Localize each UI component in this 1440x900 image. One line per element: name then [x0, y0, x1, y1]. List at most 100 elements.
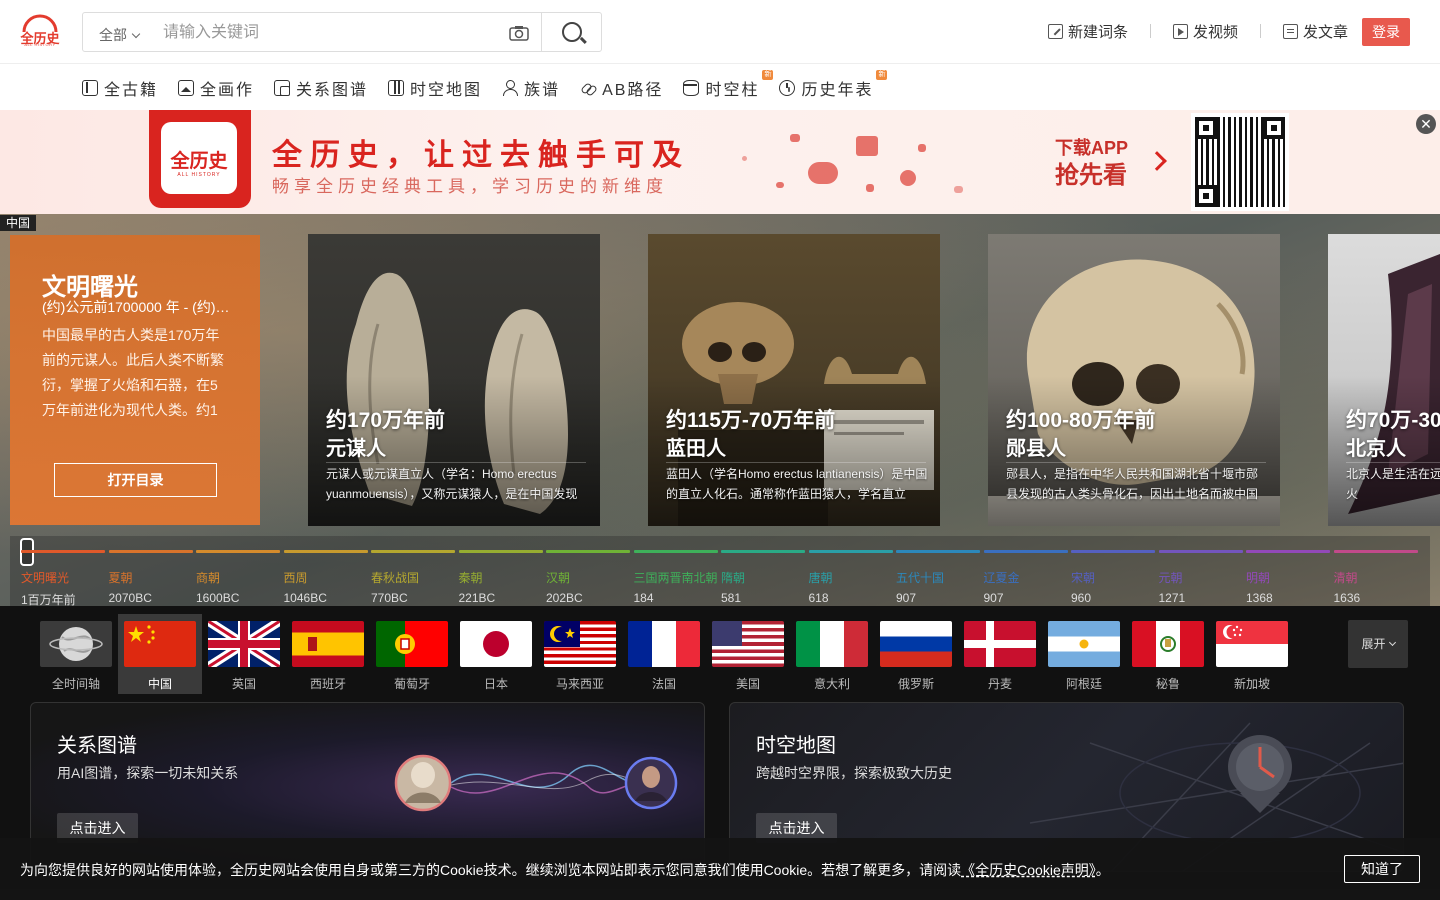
era-description: 中国最早的古人类是170万年前的元谋人。此后人类不断繁衍，掌握了火焰和石器，在5… — [42, 327, 224, 418]
flag-label: 阿根廷 — [1065, 677, 1102, 691]
timeline-era[interactable]: 唐朝 618 — [808, 550, 895, 605]
malaysia-flag-icon — [544, 621, 616, 667]
search-input[interactable] — [163, 22, 493, 44]
flag-uk[interactable]: 英国 — [202, 614, 286, 694]
era-color-bar — [808, 550, 893, 553]
search-button[interactable] — [541, 13, 602, 51]
event-card[interactable]: 约100-80万年前 郧县人 郧县人，是指在中华人民共和国湖北省十堰市郧县发现的… — [988, 234, 1280, 526]
timeline-era[interactable]: 文明曙光 1百万年前 — [21, 550, 107, 608]
login-button[interactable]: 登录 — [1362, 18, 1410, 46]
nav-item-spacetime-pillar[interactable]: 时空柱 新 — [683, 70, 774, 100]
flag-all-timeline[interactable]: 全时间轴 — [34, 614, 118, 694]
era-name: 文明曙光 — [21, 571, 70, 585]
open-catalog-button[interactable]: 打开目录 — [54, 463, 217, 497]
nav-item-spacetime-map[interactable]: 时空地图 — [388, 76, 482, 100]
globe-icon — [40, 621, 112, 667]
timeline-era[interactable]: 五代十国 907 — [896, 550, 982, 605]
post-video-button[interactable]: 发视频 — [1173, 21, 1238, 42]
flag-malaysia[interactable]: 马来西亚 — [538, 614, 622, 694]
usa-flag-icon — [712, 621, 784, 667]
flag-peru[interactable]: 秘鲁 — [1126, 614, 1210, 694]
flag-italy[interactable]: 意大利 — [790, 614, 874, 694]
timeline-era[interactable]: 元朝 1271 — [1158, 550, 1245, 605]
flag-russia[interactable]: 俄罗斯 — [874, 614, 958, 694]
banner-subtitle: 畅享全历史经典工具，学习历史的新维度 — [272, 177, 668, 196]
camera-icon[interactable] — [509, 25, 529, 41]
app-promo-banner[interactable]: 全历史 ALL HISTORY 全历史，让过去触手可及 畅享全历史经典工具，学习… — [0, 110, 1440, 214]
era-year: 1271 — [1158, 591, 1186, 605]
nav-item-chronology[interactable]: 历史年表 新 — [779, 70, 888, 100]
timeline-era[interactable]: 西周 1046BC — [283, 550, 370, 605]
timeline-era[interactable]: 商朝 1600BC — [196, 550, 282, 605]
flag-usa[interactable]: 美国 — [706, 614, 790, 694]
app-icon-name: 全历史 — [170, 150, 228, 172]
flag-singapore[interactable]: 新加坡 — [1210, 614, 1294, 694]
nav-item-label: 历史年表 — [801, 82, 874, 99]
flag-spain[interactable]: 西班牙 — [286, 614, 370, 694]
era-color-bar — [108, 550, 193, 553]
event-card[interactable]: 约115万-70万年前 蓝田人 蓝田人（学名Homo erectus lanti… — [648, 234, 940, 526]
timeline-era[interactable]: 清朝 1636 — [1333, 550, 1420, 605]
flag-china[interactable]: 中国 — [118, 614, 202, 694]
era-name: 辽夏金 — [983, 571, 1020, 585]
timeline-era[interactable]: 隋朝 581 — [721, 550, 807, 605]
site-logo[interactable]: 全历史 ALL HISTORY — [20, 14, 60, 48]
timeline-era[interactable]: 宋朝 960 — [1071, 550, 1157, 605]
event-card[interactable]: 约170万年前 元谋人 元谋人或元谋直立人（学名：Homo erectus yu… — [308, 234, 600, 526]
flag-denmark[interactable]: 丹麦 — [958, 614, 1042, 694]
path-icon — [580, 80, 596, 96]
nav-item-label: 全古籍 — [104, 82, 159, 99]
timeline-era[interactable]: 汉朝 202BC — [546, 550, 632, 605]
flag-japan[interactable]: 日本 — [454, 614, 538, 694]
nav-item-label: 时空柱 — [705, 82, 760, 99]
nav-item-ancient-books[interactable]: 全古籍 — [82, 76, 158, 100]
card-description: 蓝田人（学名Homo erectus lantianensis）是中国的直立人化… — [666, 467, 928, 501]
nav-item-paintings[interactable]: 全画作 — [178, 76, 254, 100]
timeline-era[interactable]: 秦朝 221BC — [458, 550, 545, 605]
card-divider — [1346, 462, 1440, 463]
qr-finder — [1195, 185, 1217, 207]
era-year: 618 — [808, 591, 829, 605]
era-year: 1600BC — [196, 591, 240, 605]
timeline-era[interactable]: 夏朝 2070BC — [108, 550, 195, 605]
app-icon: 全历史 ALL HISTORY — [149, 110, 251, 208]
timeline-era[interactable]: 三国两晋南北朝 184 — [633, 550, 720, 605]
timeline-era[interactable]: 明朝 1368 — [1246, 550, 1332, 605]
nav-item-relation-graph[interactable]: 关系图谱 — [274, 76, 368, 100]
tool-nav: 全古籍 全画作 关系图谱 时空地图 族谱 AB路径 时空柱 新 历史年表 新 — [0, 64, 1440, 110]
close-banner-button[interactable]: ✕ — [1416, 114, 1436, 134]
tool-nav-list: 全古籍 全画作 关系图谱 时空地图 族谱 AB路径 时空柱 新 历史年表 新 — [82, 70, 893, 100]
cookie-notice: 为向您提供良好的网站使用体验，全历史网站会使用自身或第三方的Cookie技术。继… — [0, 838, 1440, 900]
flag-argentina[interactable]: 阿根廷 — [1042, 614, 1126, 694]
cookie-policy-link[interactable]: 《全历史Cookie声明》 — [961, 862, 1096, 878]
timeline-era[interactable]: 春秋战国 770BC — [371, 550, 457, 605]
expand-countries-button[interactable]: 展开 — [1348, 620, 1408, 668]
flag-france[interactable]: 法国 — [622, 614, 706, 694]
era-year: 2070BC — [108, 591, 152, 605]
chevron-down-icon — [131, 29, 141, 39]
document-icon — [1283, 23, 1299, 39]
era-name: 唐朝 — [808, 571, 833, 585]
era-name: 秦朝 — [458, 571, 483, 585]
event-card[interactable]: 约70万-30万年前 北京人 北京人是生活在远古时期的直立人，会使用天然火 — [1328, 234, 1440, 526]
book-icon — [82, 80, 98, 96]
dynasty-timeline: 文明曙光 1百万年前 夏朝 2070BC 商朝 1600BC 西周 1046BC 春秋战国 770… — [10, 536, 1430, 608]
cookie-accept-button[interactable]: 知道了 — [1344, 855, 1420, 883]
search-scope-select[interactable]: 全部 — [99, 25, 141, 45]
post-article-button[interactable]: 发文章 — [1283, 21, 1348, 42]
decoration-icon — [790, 134, 800, 142]
era-color-bar — [1158, 550, 1243, 553]
download-app-callout[interactable]: 下载APP 抢先看 — [1055, 134, 1128, 190]
flag-label: 新加坡 — [1233, 677, 1270, 691]
italy-flag-icon — [796, 621, 868, 667]
argentina-flag-icon — [1048, 621, 1120, 667]
nav-item-ab-path[interactable]: AB路径 — [580, 76, 663, 100]
timeline-era[interactable]: 辽夏金 907 — [983, 550, 1070, 605]
flag-portugal[interactable]: 葡萄牙 — [370, 614, 454, 694]
nav-item-genealogy[interactable]: 族谱 — [502, 76, 560, 100]
new-entry-button[interactable]: 新建词条 — [1048, 21, 1128, 42]
era-year: 960 — [1071, 591, 1092, 605]
china-flag-icon — [124, 621, 196, 667]
graph-icon — [274, 80, 291, 96]
nav-item-label: 关系图谱 — [296, 82, 369, 99]
